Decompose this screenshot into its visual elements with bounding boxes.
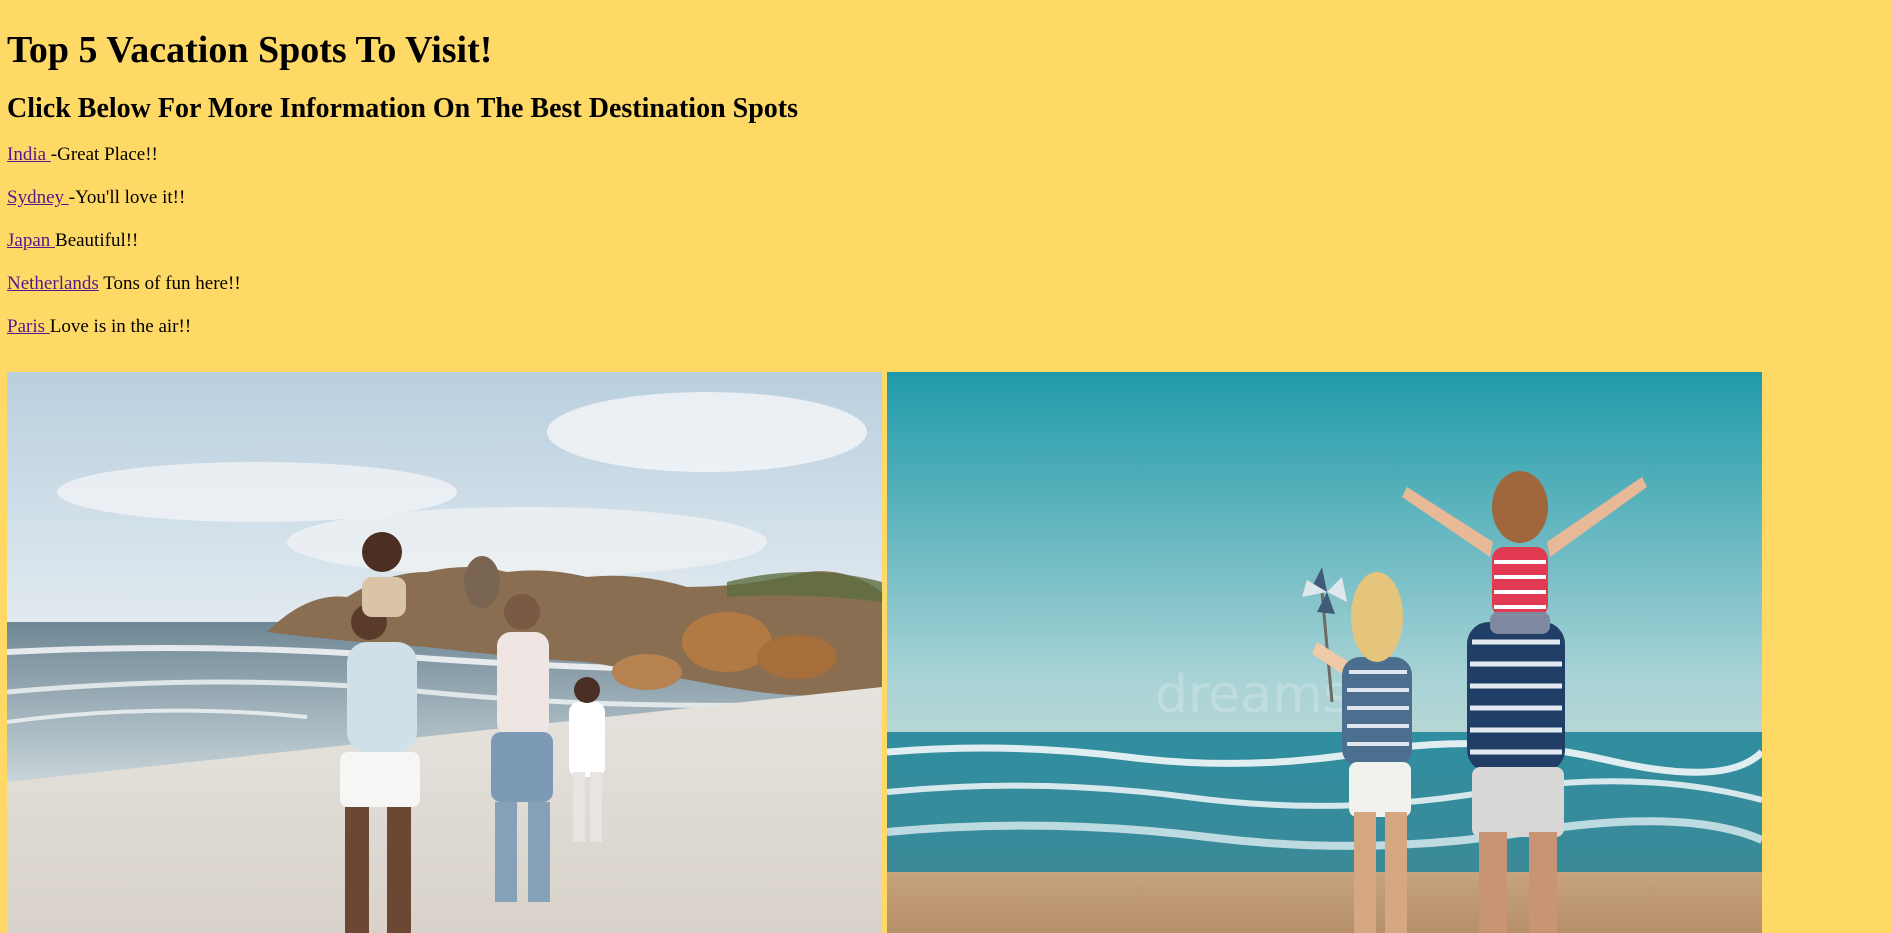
destination-item-sydney: Sydney -You'll love it!! <box>7 187 1885 209</box>
paris-description: Love is in the air!! <box>49 316 192 337</box>
india-link[interactable]: India <box>7 144 51 165</box>
india-description: -Great Place!! <box>50 144 158 165</box>
svg-text:dreams: dreams <box>1155 665 1350 725</box>
destination-item-paris: Paris Love is in the air!! <box>7 316 1885 338</box>
netherlands-link[interactable]: Netherlands <box>7 273 99 294</box>
destination-item-japan: Japan Beautiful!! <box>7 230 1885 252</box>
netherlands-description: Tons of fun here!! <box>98 273 241 294</box>
sydney-link[interactable]: Sydney <box>7 187 69 208</box>
main-content: Top 5 Vacation Spots To Visit! Click Bel… <box>0 0 1892 338</box>
photo-gallery: dreams <box>7 372 1762 933</box>
sydney-description: -You'll love it!! <box>68 187 186 208</box>
destination-list: India -Great Place!! Sydney -You'll love… <box>7 144 1885 338</box>
paris-link[interactable]: Paris <box>7 316 50 337</box>
page-subtitle: Click Below For More Information On The … <box>7 93 799 124</box>
family-beach-photo-1 <box>7 372 882 933</box>
destination-item-india: India -Great Place!! <box>7 144 1885 166</box>
page-title: Top 5 Vacation Spots To Visit! <box>7 29 493 71</box>
destination-item-netherlands: Netherlands Tons of fun here!! <box>7 273 1885 295</box>
family-beach-photo-2: dreams <box>887 372 1762 933</box>
japan-link[interactable]: Japan <box>7 230 55 251</box>
japan-description: Beautiful!! <box>55 230 139 251</box>
